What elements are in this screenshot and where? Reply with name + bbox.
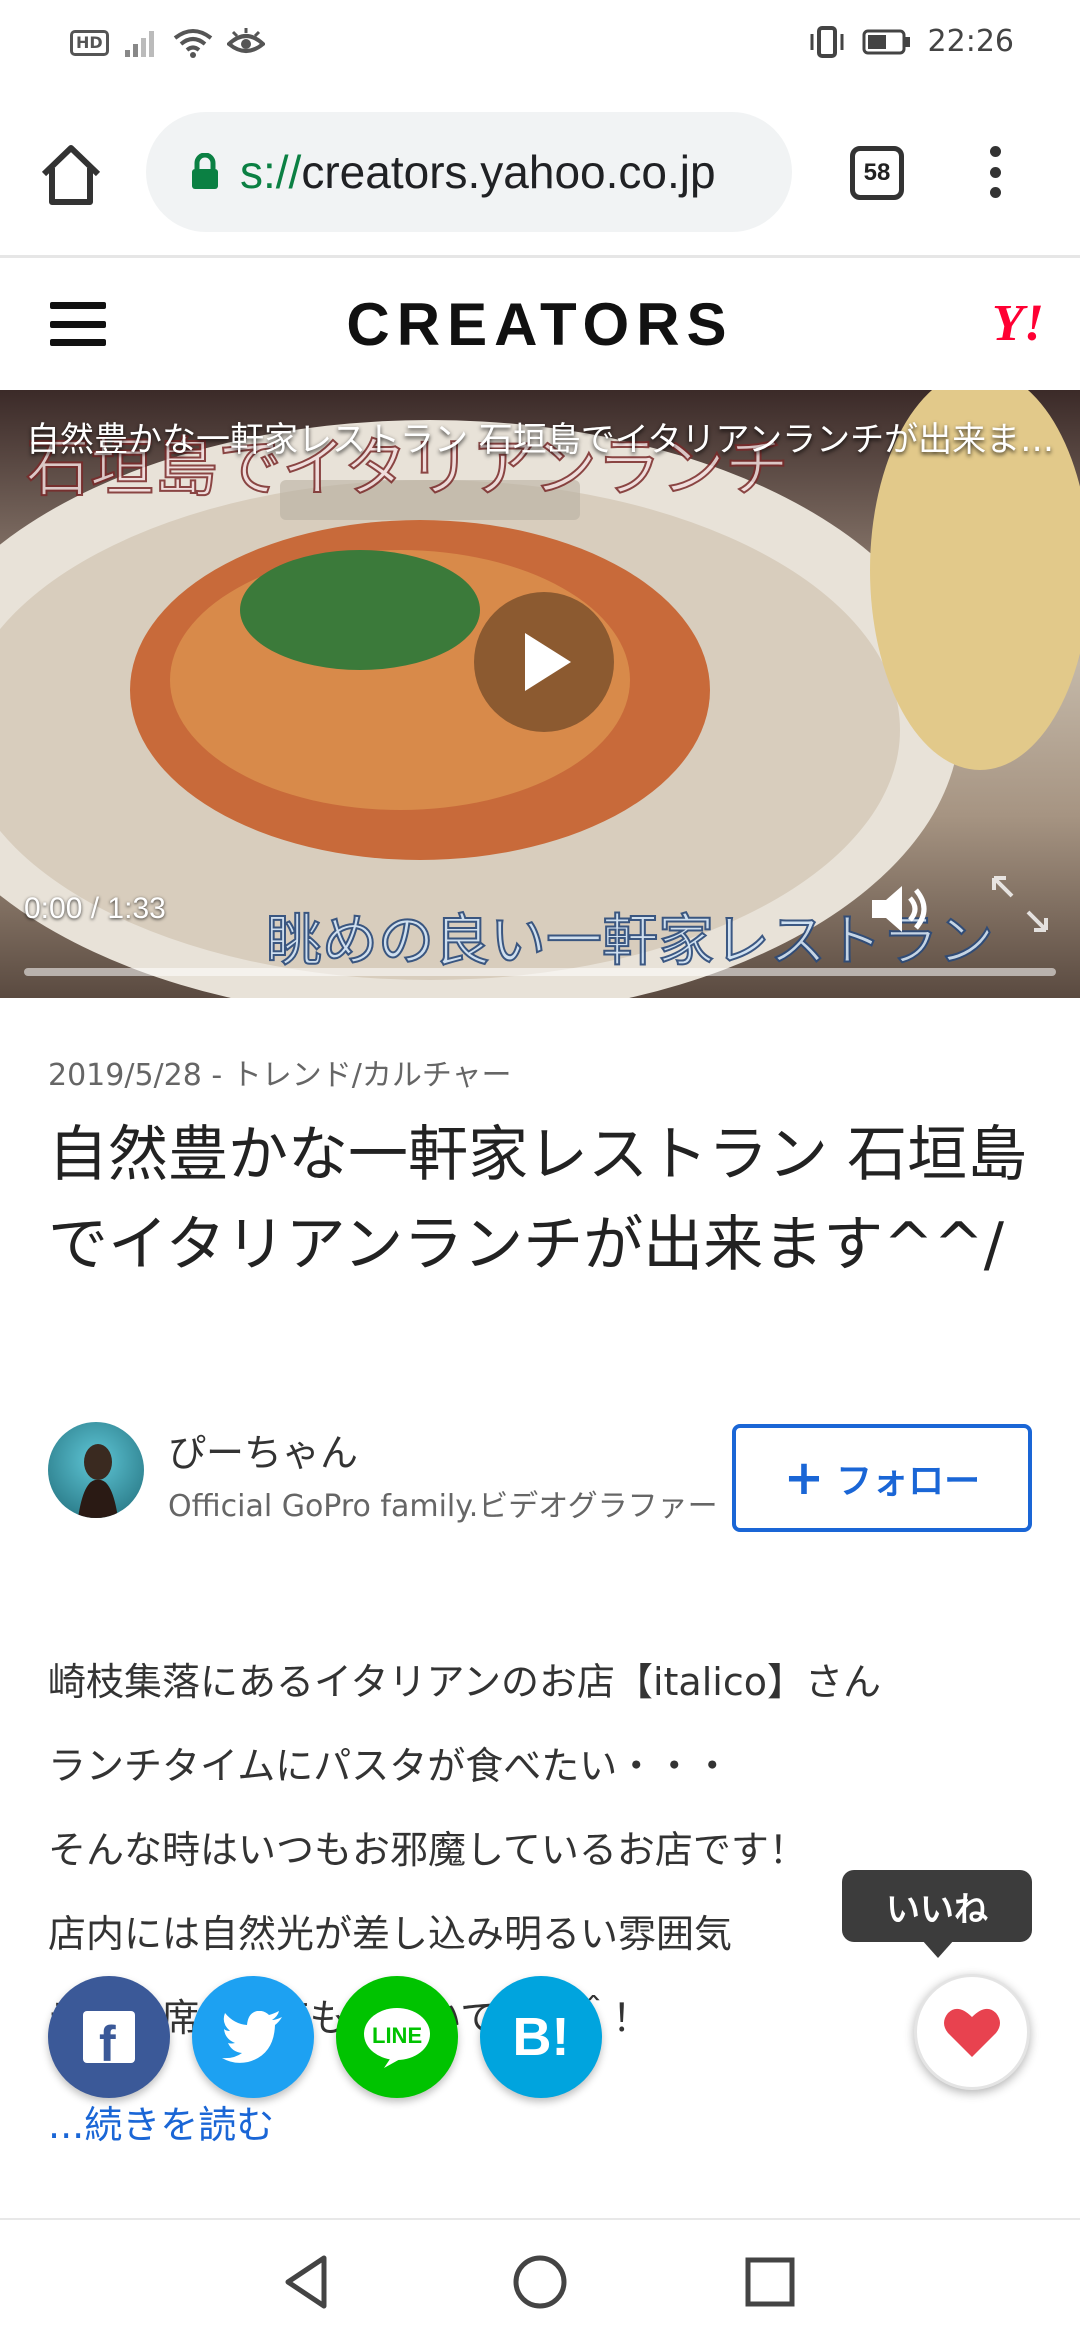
status-bar: HD 22:26 <box>0 0 1080 90</box>
duration: 1:33 <box>107 892 166 925</box>
body-line: 崎枝集落にあるイタリアンのお店【italico】さん <box>48 1660 881 1704</box>
tabs-icon[interactable]: 58 <box>850 146 904 200</box>
wifi-icon <box>173 29 212 58</box>
yahoo-logo[interactable]: Y! <box>992 294 1044 353</box>
facebook-share-button[interactable]: f <box>48 1976 170 2098</box>
volume-icon[interactable] <box>866 874 936 944</box>
plus-icon: + <box>783 1450 825 1506</box>
hd-icon: HD <box>70 30 109 56</box>
video-progress-bar[interactable] <box>24 968 1056 976</box>
home-circle-icon[interactable] <box>508 2250 572 2314</box>
line-share-button[interactable]: LINE <box>336 1976 458 2098</box>
play-button[interactable] <box>474 592 614 732</box>
line-glyph: LINE <box>372 2023 422 2048</box>
more-vert-icon[interactable] <box>980 142 1010 202</box>
site-header: CREATORS Y! <box>0 258 1080 390</box>
battery-icon <box>862 29 910 54</box>
author-description: Official GoPro family.ビデオグラファー <box>168 1489 718 1524</box>
signal-icon <box>124 31 154 57</box>
hatena-bookmark-button[interactable]: B! <box>480 1976 602 2098</box>
like-button[interactable] <box>914 1974 1030 2090</box>
url-host: creators.yahoo.co.jp <box>301 146 716 198</box>
address-bar[interactable]: s://creators.yahoo.co.jp <box>146 112 792 232</box>
status-right: 22:26 <box>808 24 1014 59</box>
status-left: HD <box>70 28 265 58</box>
article-meta: 2019/5/28 - トレンド/カルチャー <box>48 1050 512 1094</box>
avatar-image <box>78 1444 118 1518</box>
video-time: 0:00 / 1:33 <box>24 892 166 926</box>
heart-icon <box>944 2008 1000 2057</box>
current-time: 0:00 <box>24 892 83 925</box>
video-player[interactable]: 石垣島でイタリアンランチ 眺めの良い一軒家レストラン 自然豊かな一軒家レストラン… <box>0 390 1080 998</box>
eye-icon <box>226 28 265 53</box>
facebook-glyph: f <box>99 2016 116 2065</box>
browser-toolbar: s://creators.yahoo.co.jp 58 <box>0 90 1080 258</box>
system-nav-bar <box>0 2218 1080 2340</box>
follow-label: フォロー <box>836 1461 981 1502</box>
vibrate-icon <box>810 25 844 58</box>
read-more-link[interactable]: ...続きを読む <box>48 2094 274 2149</box>
hatena-icon: B! <box>512 2007 570 2067</box>
facebook-icon: f <box>83 2011 135 2065</box>
article-title: 自然豊かな一軒家レストラン 石垣島でイタリアンランチが出来ます^^/ <box>48 1120 1028 1280</box>
avatar[interactable] <box>48 1422 144 1518</box>
like-tooltip: いいね <box>842 1870 1032 1958</box>
author-block: ぴーちゃん Official GoPro family.ビデオグラファー + フ… <box>48 1418 1048 1568</box>
twitter-share-button[interactable] <box>192 1976 314 2098</box>
twitter-icon <box>222 2011 282 2063</box>
play-icon <box>525 633 571 691</box>
back-icon[interactable] <box>276 2250 340 2314</box>
meta-separator: - <box>211 1058 223 1093</box>
follow-button[interactable]: + フォロー <box>732 1424 1032 1532</box>
line-icon: LINE <box>364 2008 430 2068</box>
video-title: 自然豊かな一軒家レストラン 石垣島でイタリアンランチが出来ます^^/ <box>26 420 1056 460</box>
url-scheme: s:// <box>240 146 302 198</box>
lock-icon <box>192 153 218 189</box>
body-line: ランチタイムにパスタが食べたい・・・ <box>48 1744 732 1788</box>
clock: 22:26 <box>927 24 1014 59</box>
site-logo[interactable]: CREATORS <box>0 290 1080 359</box>
recents-icon[interactable] <box>738 2250 802 2314</box>
url-text: s://creators.yahoo.co.jp <box>240 145 716 199</box>
author-name[interactable]: ぴーちゃん <box>168 1422 358 1477</box>
article-category[interactable]: トレンド/カルチャー <box>232 1058 512 1093</box>
article-date: 2019/5/28 <box>48 1058 202 1093</box>
home-icon[interactable] <box>36 140 106 210</box>
fullscreen-icon[interactable] <box>988 872 1052 936</box>
time-separator: / <box>90 892 100 925</box>
